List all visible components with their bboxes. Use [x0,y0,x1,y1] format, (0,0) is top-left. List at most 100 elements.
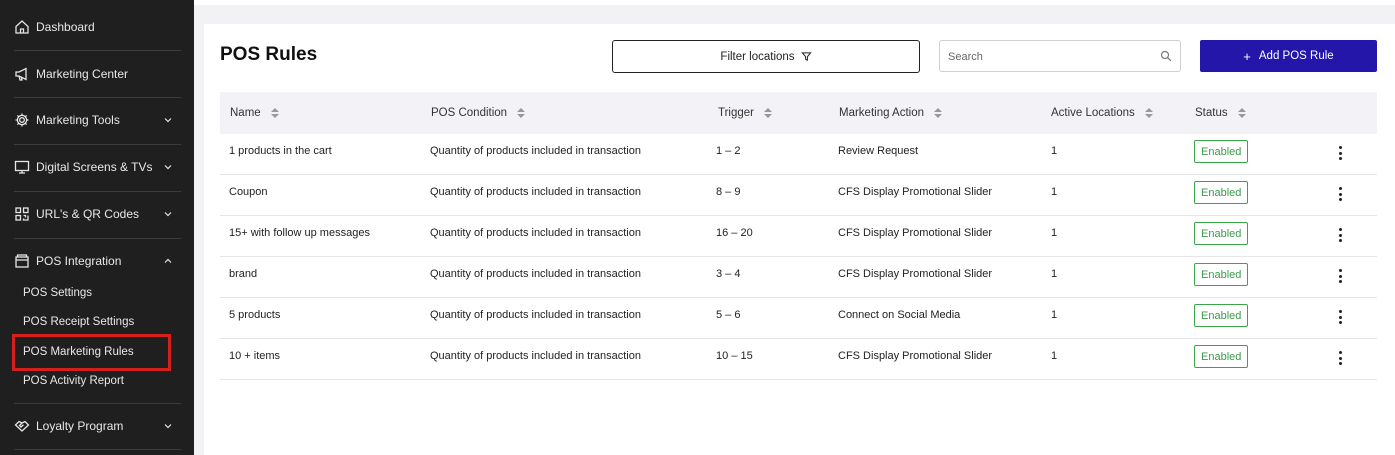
search-field[interactable] [939,40,1181,72]
add-pos-rule-button[interactable]: + Add POS Rule [1200,40,1377,72]
status-badge: Enabled [1194,222,1249,245]
sidebar-item-label: POS Integration [36,254,122,268]
cell-action: CFS Display Promotional Slider [838,227,993,239]
qr-code-icon [14,206,30,222]
column-label: Status [1195,107,1228,119]
sidebar-item-dashboard[interactable]: Dashboard [14,4,181,50]
cell-trigger: 10 – 15 [716,350,753,362]
column-header-status[interactable]: Status [1195,92,1246,134]
more-options-icon[interactable] [1335,187,1345,201]
sidebar: Dashboard Marketing Center Marketing Too… [0,0,194,455]
status-badge: Enabled [1194,263,1249,286]
filter-icon [800,51,812,62]
sidebar-item-label: Digital Screens & TVs [36,160,153,174]
column-header-name[interactable]: Name [230,92,279,134]
megaphone-icon [14,66,30,82]
sidebar-subitem-pos-activity-report[interactable]: POS Activity Report [23,371,124,391]
cell-locations: 1 [1051,227,1058,239]
sidebar-item-loyalty-program[interactable]: Loyalty Program [14,403,181,449]
sidebar-subitem-pos-settings[interactable]: POS Settings [23,283,92,303]
cell-trigger: 5 – 6 [716,309,741,321]
table-row[interactable]: 1 products in the cart Quantity of produ… [220,134,1377,175]
chevron-down-icon [164,118,172,123]
cell-name: 15+ with follow up messages [229,227,370,239]
status-badge: Enabled [1194,345,1249,368]
sidebar-item-label: URL's & QR Codes [36,207,139,221]
more-options-icon[interactable] [1335,146,1345,160]
cell-condition: Quantity of products included in transac… [430,309,641,321]
home-icon [14,19,30,35]
chevron-down-icon [164,424,172,429]
table-row[interactable]: 10 + items Quantity of products included… [220,339,1377,380]
sidebar-item-label: Dashboard [36,20,95,34]
cell-condition: Quantity of products included in transac… [430,268,641,280]
cell-locations: 1 [1051,309,1058,321]
filter-locations-label: Filter locations [720,50,795,63]
cell-action: CFS Display Promotional Slider [838,268,993,280]
sidebar-item-marketing-center[interactable]: Marketing Center [14,51,181,97]
sort-icon[interactable] [1237,108,1246,118]
more-options-icon[interactable] [1335,351,1345,365]
column-header-trigger[interactable]: Trigger [718,92,772,134]
sidebar-item-digital-screens[interactable]: Digital Screens & TVs [14,144,181,190]
sidebar-item-pos-integration[interactable]: POS Integration [14,238,181,284]
sort-icon[interactable] [270,108,279,118]
status-badge: Enabled [1194,140,1249,163]
cell-action: CFS Display Promotional Slider [838,186,993,198]
cell-name: Coupon [229,186,268,198]
more-options-icon[interactable] [1335,228,1345,242]
table-row[interactable]: 15+ with follow up messages Quantity of … [220,216,1377,257]
cell-name: 10 + items [229,350,281,362]
column-label: Trigger [718,107,754,119]
sidebar-item-url-qr-codes[interactable]: URL's & QR Codes [14,191,181,237]
sidebar-subitem-pos-receipt-settings[interactable]: POS Receipt Settings [23,312,134,332]
column-label: Marketing Action [839,107,925,119]
handshake-icon [14,418,30,434]
cell-trigger: 3 – 4 [716,268,741,280]
cell-locations: 1 [1051,268,1058,280]
status-badge: Enabled [1194,304,1249,327]
plus-icon: + [1243,48,1251,64]
sort-icon[interactable] [764,108,772,118]
search-input[interactable] [948,49,1148,65]
main-panel: POS Rules Filter locations + Add POS Rul… [204,24,1395,455]
more-options-icon[interactable] [1335,310,1345,324]
chevron-down-icon [164,212,172,217]
page-title: POS Rules [220,44,318,65]
active-item-highlight [12,334,171,371]
sidebar-item-label: Loyalty Program [36,419,124,433]
column-label: POS Condition [431,107,508,119]
sidebar-subitem-label: POS Settings [23,287,93,299]
cell-condition: Quantity of products included in transac… [430,145,641,157]
table-row[interactable]: Coupon Quantity of products included in … [220,175,1377,216]
sort-icon[interactable] [934,108,943,118]
column-header-marketing-action[interactable]: Marketing Action [839,92,943,134]
cell-trigger: 8 – 9 [716,186,741,198]
status-badge: Enabled [1194,181,1249,204]
filter-locations-button[interactable]: Filter locations [612,40,920,73]
sidebar-item-label: Marketing Tools [36,113,120,127]
cell-name: 5 products [229,309,281,321]
cell-locations: 1 [1051,350,1058,362]
cell-condition: Quantity of products included in transac… [430,186,641,198]
cell-name: brand [229,268,258,280]
cell-locations: 1 [1051,186,1058,198]
sort-icon[interactable] [517,108,526,118]
sort-icon[interactable] [1144,108,1153,118]
search-icon[interactable] [1160,50,1172,62]
table-row[interactable]: 5 products Quantity of products included… [220,298,1377,339]
column-header-pos-condition[interactable]: POS Condition [431,92,526,134]
cell-trigger: 1 – 2 [716,145,741,157]
table-header: Name POS Condition Trigger Marketing Act… [220,92,1377,134]
sidebar-subitem-label: POS Receipt Settings [23,316,135,328]
column-header-active-locations[interactable]: Active Locations [1051,92,1153,134]
sidebar-subitem-label: POS Activity Report [23,375,124,387]
cell-action: Connect on Social Media [838,309,961,321]
table-row[interactable]: brand Quantity of products included in t… [220,257,1377,298]
monitor-icon [14,159,30,175]
register-icon [14,253,30,269]
cell-condition: Quantity of products included in transac… [430,350,641,362]
sidebar-item-marketing-tools[interactable]: Marketing Tools [14,97,181,143]
sidebar-item-label: Marketing Center [36,67,129,81]
more-options-icon[interactable] [1335,269,1345,283]
